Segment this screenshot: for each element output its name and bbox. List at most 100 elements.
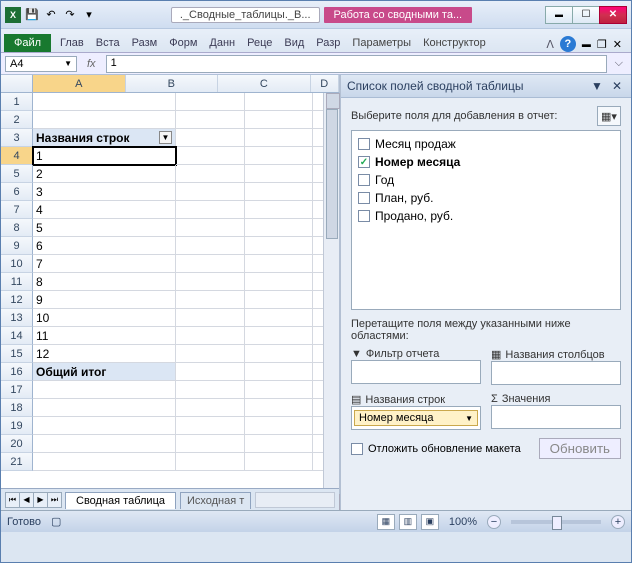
pane-dropdown-icon[interactable]: ▼: [591, 79, 603, 93]
zoom-slider[interactable]: [511, 520, 601, 524]
cell[interactable]: [176, 327, 245, 345]
doc-restore-icon[interactable]: ❐: [597, 38, 607, 51]
sheet-nav-last[interactable]: ⏭: [47, 492, 62, 508]
cell[interactable]: 6: [33, 237, 176, 255]
cell[interactable]: [33, 111, 176, 129]
cell[interactable]: [245, 183, 314, 201]
column-header[interactable]: D: [311, 75, 339, 92]
layout-options-button[interactable]: ▦▾: [597, 106, 621, 126]
cell[interactable]: [176, 273, 245, 291]
cell[interactable]: [245, 453, 314, 471]
fx-icon[interactable]: fx: [81, 58, 102, 70]
cell[interactable]: [245, 327, 314, 345]
cell[interactable]: [176, 147, 245, 165]
maximize-button[interactable]: [572, 6, 600, 24]
cell[interactable]: [245, 417, 314, 435]
undo-icon[interactable]: ↶: [43, 7, 59, 23]
row-field-chip[interactable]: Номер месяца▼: [354, 410, 478, 426]
cell[interactable]: [33, 417, 176, 435]
cell[interactable]: [245, 147, 314, 165]
field-checkbox[interactable]: [358, 192, 370, 204]
sheet-nav-first[interactable]: ⏮: [5, 492, 20, 508]
sheet-nav-prev[interactable]: ◀: [19, 492, 34, 508]
ribbon-tab[interactable]: Вста: [90, 34, 126, 52]
field-checkbox[interactable]: [358, 210, 370, 222]
view-pagebreak-button[interactable]: ▣: [421, 514, 439, 530]
row-header[interactable]: 14: [1, 327, 33, 345]
row-header[interactable]: 4: [1, 147, 33, 165]
row-header[interactable]: 18: [1, 399, 33, 417]
formula-input[interactable]: 1: [106, 55, 607, 73]
ribbon-tab[interactable]: Разр: [310, 34, 346, 52]
cell[interactable]: 1: [33, 147, 176, 165]
field-checkbox[interactable]: [358, 174, 370, 186]
ribbon-tab[interactable]: Разм: [126, 34, 164, 52]
cell[interactable]: [245, 201, 314, 219]
cell[interactable]: [176, 435, 245, 453]
cell[interactable]: [245, 309, 314, 327]
row-header[interactable]: 3: [1, 129, 33, 147]
cell[interactable]: 4: [33, 201, 176, 219]
row-header[interactable]: 5: [1, 165, 33, 183]
view-normal-button[interactable]: ▦: [377, 514, 395, 530]
cell[interactable]: 3: [33, 183, 176, 201]
cell[interactable]: [245, 255, 314, 273]
zone-rows-box[interactable]: Номер месяца▼: [351, 406, 481, 430]
ribbon-tab[interactable]: Данн: [203, 34, 241, 52]
cell[interactable]: Общий итог: [33, 363, 176, 381]
cell[interactable]: 7: [33, 255, 176, 273]
cell[interactable]: [176, 417, 245, 435]
cell[interactable]: [245, 93, 314, 111]
field-item[interactable]: Месяц продаж: [356, 135, 616, 153]
cell[interactable]: [176, 309, 245, 327]
row-header[interactable]: 21: [1, 453, 33, 471]
name-box[interactable]: A4▼: [5, 56, 77, 72]
pane-close-icon[interactable]: ✕: [609, 79, 625, 93]
zoom-out-button[interactable]: −: [487, 515, 501, 529]
file-tab[interactable]: Файл: [4, 34, 51, 52]
close-button[interactable]: [599, 6, 627, 24]
cell[interactable]: [245, 111, 314, 129]
cell[interactable]: [245, 129, 314, 147]
view-layout-button[interactable]: ▥: [399, 514, 417, 530]
cell[interactable]: [176, 165, 245, 183]
cell[interactable]: [33, 381, 176, 399]
cell[interactable]: [176, 201, 245, 219]
cell[interactable]: [33, 435, 176, 453]
cell[interactable]: 11: [33, 327, 176, 345]
ribbon-tab[interactable]: Глав: [54, 34, 90, 52]
zone-filter-box[interactable]: [351, 360, 481, 384]
cell[interactable]: [176, 129, 245, 147]
zoom-level[interactable]: 100%: [449, 516, 477, 528]
row-header[interactable]: 7: [1, 201, 33, 219]
cell[interactable]: [33, 453, 176, 471]
row-header[interactable]: 10: [1, 255, 33, 273]
row-header[interactable]: 19: [1, 417, 33, 435]
cell[interactable]: 9: [33, 291, 176, 309]
row-header[interactable]: 8: [1, 219, 33, 237]
ribbon-tab-design[interactable]: Конструктор: [417, 34, 492, 52]
cell[interactable]: 12: [33, 345, 176, 363]
cell[interactable]: [176, 399, 245, 417]
cell[interactable]: [176, 291, 245, 309]
row-header[interactable]: 6: [1, 183, 33, 201]
cell[interactable]: [176, 219, 245, 237]
cell[interactable]: [245, 399, 314, 417]
field-checkbox[interactable]: [358, 138, 370, 150]
macro-record-icon[interactable]: ▢: [51, 515, 61, 528]
cell[interactable]: [245, 165, 314, 183]
ribbon-tab[interactable]: Вид: [278, 34, 310, 52]
cell[interactable]: [245, 435, 314, 453]
cell[interactable]: [176, 345, 245, 363]
defer-update-checkbox[interactable]: [351, 443, 363, 455]
cell[interactable]: 2: [33, 165, 176, 183]
column-header[interactable]: C: [218, 75, 311, 92]
cell[interactable]: [176, 93, 245, 111]
qat-more-icon[interactable]: ▾: [81, 7, 97, 23]
cell[interactable]: [176, 453, 245, 471]
row-header[interactable]: 9: [1, 237, 33, 255]
column-header[interactable]: A: [33, 75, 126, 92]
formula-expand-icon[interactable]: ⌵: [611, 57, 627, 70]
cell[interactable]: [245, 237, 314, 255]
field-item[interactable]: Продано, руб.: [356, 207, 616, 225]
